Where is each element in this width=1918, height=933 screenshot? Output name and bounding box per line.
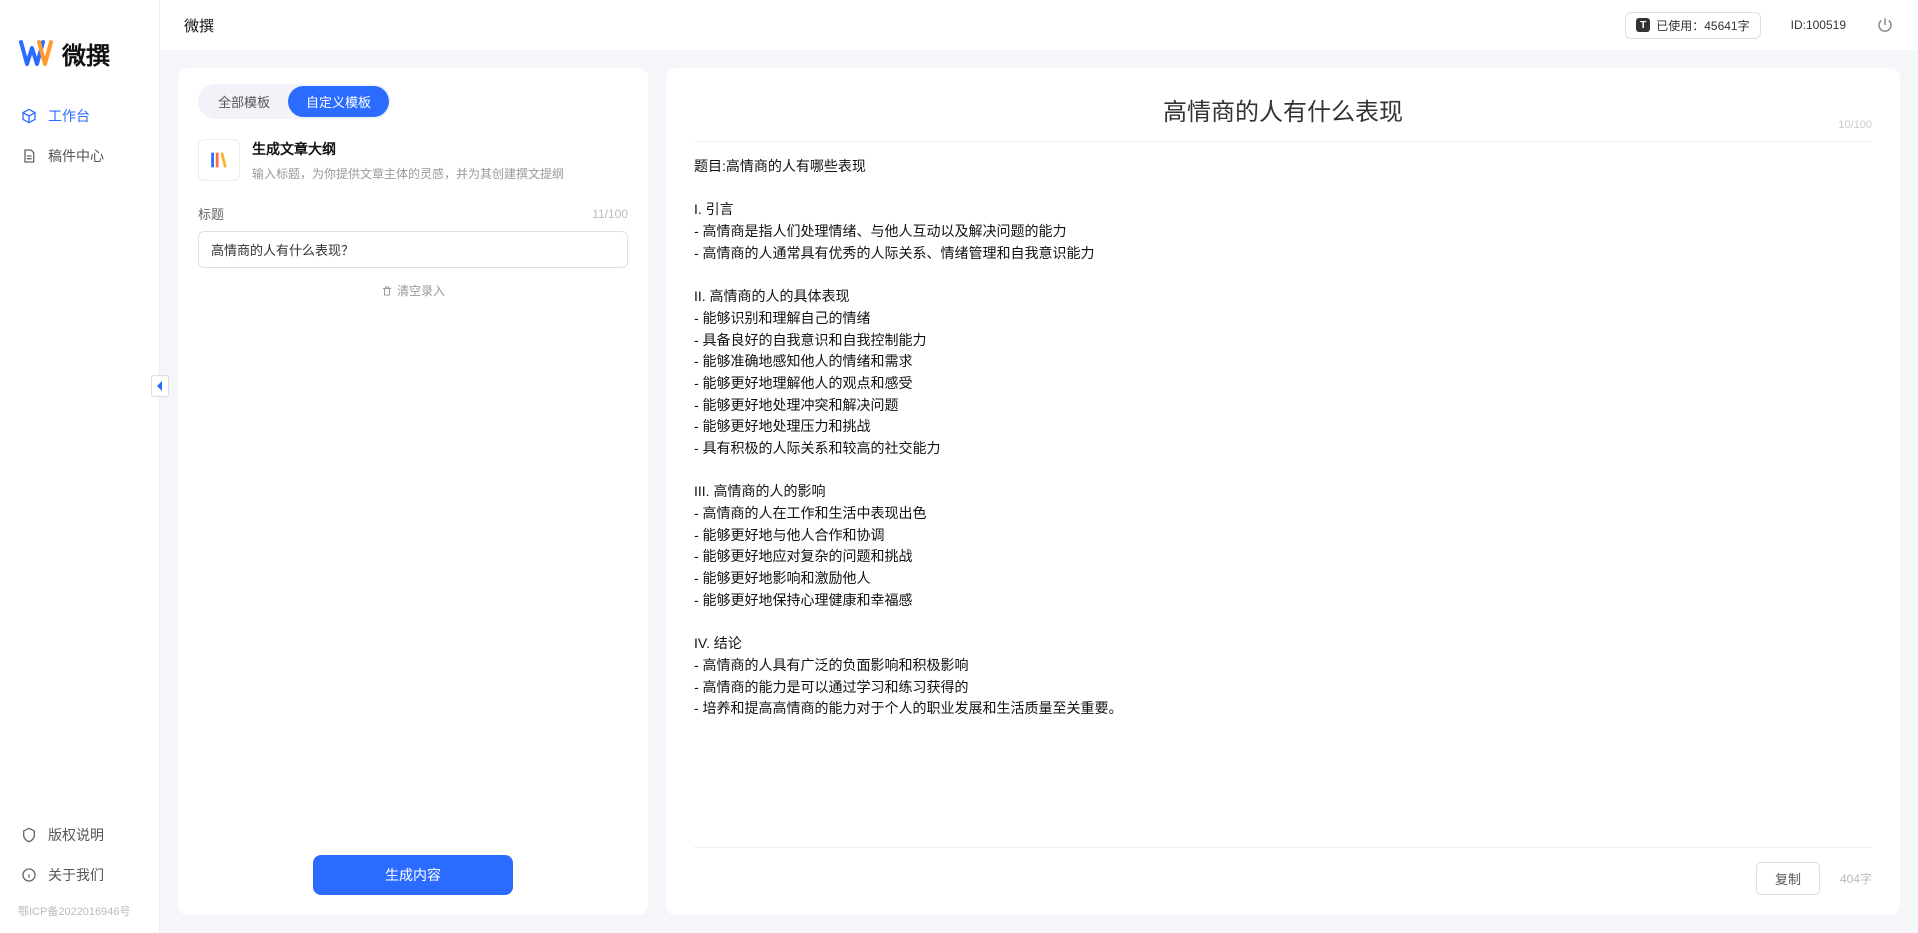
sidebar-item-drafts[interactable]: 稿件中心 (0, 136, 159, 176)
logo: 微撰 (0, 20, 159, 96)
main: 微撰 T 已使用： 45641字 ID:100519 全部模板 自定义模板 (160, 0, 1918, 933)
sidebar: 微撰 工作台 稿件中心 版权说明 (0, 0, 160, 933)
usage-badge[interactable]: T 已使用： 45641字 (1625, 12, 1760, 39)
template-desc: 输入标题，为你提供文章主体的灵感，并为其创建撰文提纲 (252, 165, 564, 182)
tab-all-templates[interactable]: 全部模板 (200, 86, 288, 117)
usage-prefix: 已使用： (1656, 17, 1704, 34)
doc-icon (20, 147, 38, 165)
trash-icon (381, 285, 393, 297)
sidebar-item-copyright[interactable]: 版权说明 (0, 815, 159, 855)
template-card: 生成文章大纲 输入标题，为你提供文章主体的灵感，并为其创建撰文提纲 (198, 139, 628, 182)
cube-icon (20, 107, 38, 125)
sidebar-item-label: 稿件中心 (48, 146, 104, 166)
nav: 工作台 稿件中心 (0, 96, 159, 815)
title-field-counter: 11/100 (592, 207, 628, 221)
template-title: 生成文章大纲 (252, 139, 564, 159)
word-count: 404字 (1840, 870, 1872, 887)
template-icon (198, 139, 240, 181)
topbar: 微撰 T 已使用： 45641字 ID:100519 (160, 0, 1918, 50)
copy-button[interactable]: 复制 (1756, 862, 1820, 895)
editor-panel: 全部模板 自定义模板 生成文章大纲 输入标题，为你提供文章主体的灵感，并为其创建… (178, 68, 648, 915)
clear-input-button[interactable]: 清空录入 (198, 282, 628, 299)
output-panel: 高情商的人有什么表现 10/100 题目:高情商的人有哪些表现 I. 引言 - … (666, 68, 1900, 915)
generate-button[interactable]: 生成内容 (313, 855, 513, 895)
title-field-label: 标题 (198, 204, 224, 223)
icp-text: 鄂ICP备2022016946号 (0, 895, 159, 923)
logo-icon (18, 35, 54, 71)
clear-input-label: 清空录入 (397, 282, 445, 299)
sidebar-item-label: 关于我们 (48, 865, 104, 885)
doc-header: 高情商的人有什么表现 10/100 (694, 92, 1872, 142)
sidebar-collapse-button[interactable] (151, 375, 169, 397)
user-id: ID:100519 (1791, 18, 1846, 32)
shield-icon (20, 826, 38, 844)
doc-title[interactable]: 高情商的人有什么表现 (694, 92, 1872, 127)
doc-footer: 复制 404字 (694, 847, 1872, 895)
title-field-row: 标题 11/100 (198, 204, 628, 223)
logo-text: 微撰 (62, 36, 110, 71)
sidebar-bottom: 版权说明 关于我们 鄂ICP备2022016946号 (0, 815, 159, 923)
info-icon (20, 866, 38, 884)
content: 全部模板 自定义模板 生成文章大纲 输入标题，为你提供文章主体的灵感，并为其创建… (160, 50, 1918, 933)
sidebar-item-about[interactable]: 关于我们 (0, 855, 159, 895)
doc-title-counter: 10/100 (1838, 119, 1872, 131)
sidebar-item-label: 版权说明 (48, 825, 104, 845)
usage-value: 45641字 (1704, 17, 1749, 34)
sidebar-item-workspace[interactable]: 工作台 (0, 96, 159, 136)
text-icon: T (1636, 18, 1650, 32)
title-input[interactable] (198, 231, 628, 268)
tab-custom-templates[interactable]: 自定义模板 (288, 86, 389, 117)
page-title: 微撰 (184, 15, 214, 36)
sidebar-item-label: 工作台 (48, 106, 90, 126)
template-tabs: 全部模板 自定义模板 (198, 84, 391, 119)
doc-body[interactable]: 题目:高情商的人有哪些表现 I. 引言 - 高情商是指人们处理情绪、与他人互动以… (694, 156, 1872, 847)
template-info: 生成文章大纲 输入标题，为你提供文章主体的灵感，并为其创建撰文提纲 (252, 139, 564, 182)
power-icon[interactable] (1876, 16, 1894, 34)
